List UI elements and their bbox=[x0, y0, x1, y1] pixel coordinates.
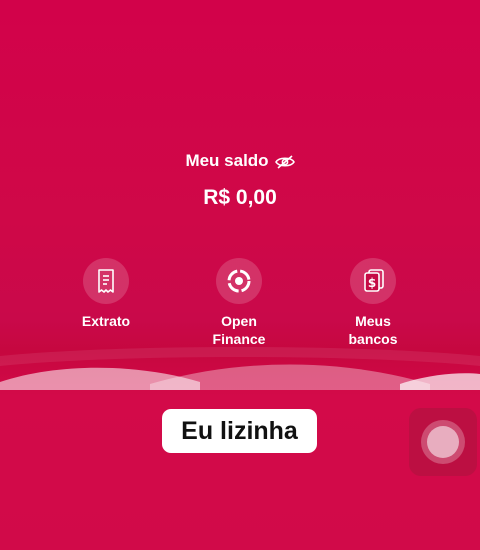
action-label: Extrato bbox=[81, 313, 131, 329]
decorative-waves bbox=[0, 347, 480, 390]
open-finance-icon bbox=[216, 258, 262, 304]
balance-header: Meu saldo bbox=[0, 151, 480, 171]
eye-slash-icon[interactable] bbox=[274, 154, 295, 169]
quick-actions: Extrato Open Finance $ Meus bancos bbox=[0, 258, 480, 358]
svg-text:$: $ bbox=[368, 276, 376, 290]
assistive-touch-icon bbox=[421, 420, 465, 464]
caption-label: Eu lizinha bbox=[162, 409, 317, 453]
action-extrato[interactable]: Extrato bbox=[46, 258, 166, 330]
action-label: Meus bancos bbox=[348, 313, 398, 347]
banks-icon: $ bbox=[350, 258, 396, 304]
receipt-icon bbox=[83, 258, 129, 304]
balance-title: Meu saldo bbox=[185, 151, 269, 170]
action-meus-bancos[interactable]: $ Meus bancos bbox=[313, 258, 433, 348]
balance-value: R$ 0,00 bbox=[203, 186, 277, 209]
action-label: Open Finance bbox=[212, 313, 266, 347]
assistive-touch-button[interactable] bbox=[409, 408, 477, 476]
action-open-finance[interactable]: Open Finance bbox=[179, 258, 299, 348]
